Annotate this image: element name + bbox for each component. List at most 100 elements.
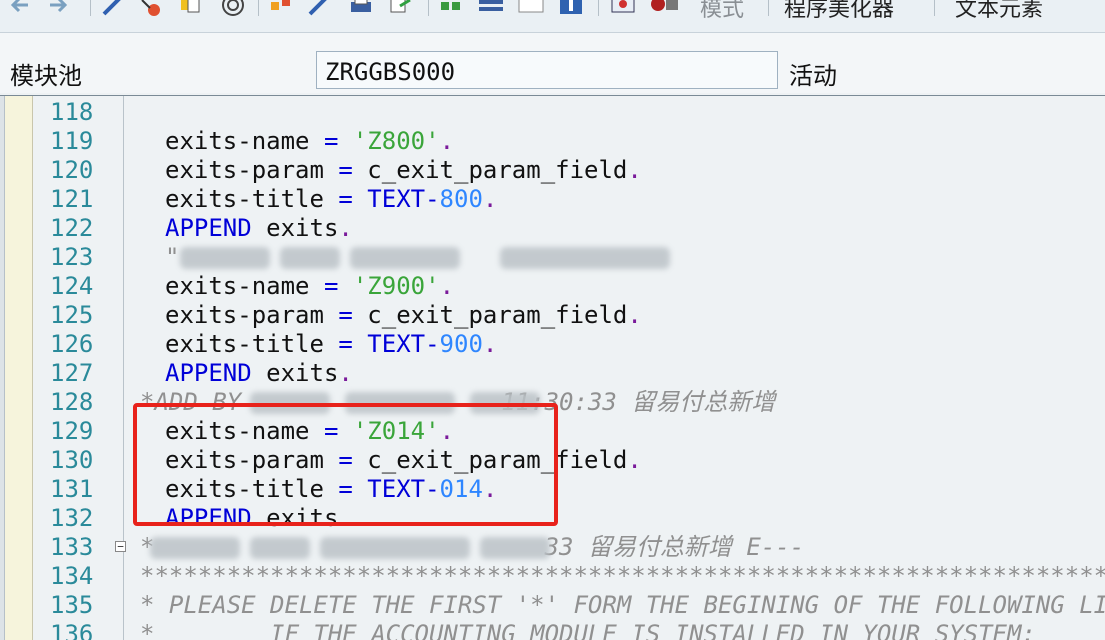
code-token: c_exit_param_field xyxy=(367,446,628,474)
code-text: exits-title = TEXT-800. xyxy=(165,185,497,214)
code-text: APPEND exits. xyxy=(165,214,353,243)
module-pool-label: 模块池 xyxy=(10,62,82,90)
toolbar-separator xyxy=(428,0,429,16)
line-number: 119 xyxy=(50,127,94,155)
code-line[interactable]: 125 exits-param = c_exit_param_field. xyxy=(0,301,1105,330)
toolbar-separator xyxy=(598,0,599,16)
pen-icon[interactable] xyxy=(100,0,126,18)
code-token: 800 xyxy=(439,185,483,213)
stack-icon[interactable] xyxy=(476,0,506,18)
code-line[interactable]: 133 * 33 留易付总新增 E--- − xyxy=(0,533,1105,562)
code-text: ****************************************… xyxy=(140,562,1105,591)
line-number: 120 xyxy=(50,156,94,184)
info-icon[interactable] xyxy=(556,0,586,18)
code-token: exits-param xyxy=(165,446,339,474)
module-pool-field[interactable]: ZRGGBS000 xyxy=(316,51,778,89)
code-token: c_exit_param_field xyxy=(367,301,628,329)
code-token: 014 xyxy=(439,475,483,503)
code-token: 900 xyxy=(439,330,483,358)
code-line[interactable]: 122 APPEND exits. xyxy=(0,214,1105,243)
code-line[interactable]: 124 exits-name = 'Z900'. xyxy=(0,272,1105,301)
code-text: exits-param = c_exit_param_field. xyxy=(165,156,642,185)
code-token: exits-name xyxy=(165,272,324,300)
code-line[interactable]: 129 exits-name = 'Z014'. xyxy=(0,417,1105,446)
code-token: " xyxy=(165,243,180,271)
code-token: = xyxy=(338,185,368,213)
code-token: ****************************************… xyxy=(140,562,1105,590)
print-icon[interactable] xyxy=(348,0,374,18)
code-line[interactable]: 131 exits-title = TEXT-014. xyxy=(0,475,1105,504)
monitor-icon[interactable] xyxy=(608,0,638,18)
redacted-text xyxy=(150,537,240,559)
code-token: APPEND xyxy=(165,359,267,387)
copy-icon[interactable] xyxy=(178,0,204,18)
hierarchy-icon[interactable] xyxy=(268,0,294,18)
code-token: = xyxy=(338,330,368,358)
code-token: 'Z014' xyxy=(352,417,440,445)
back-arrow-icon[interactable] xyxy=(6,0,32,18)
code-line[interactable]: 130 exits-param = c_exit_param_field. xyxy=(0,446,1105,475)
code-line[interactable]: 127 APPEND exits. xyxy=(0,359,1105,388)
code-line[interactable]: 135 * PLEASE DELETE THE FIRST '*' FORM TH… xyxy=(0,591,1105,620)
redacted-text xyxy=(250,537,310,559)
status-label: 活动 xyxy=(789,62,837,90)
redacted-text xyxy=(280,247,340,269)
code-line[interactable]: 126 exits-title = TEXT-900. xyxy=(0,330,1105,359)
code-text: APPEND exits. xyxy=(165,359,353,388)
code-token: = xyxy=(323,127,353,155)
text-elements-button[interactable]: 文本元素 xyxy=(955,0,1043,23)
code-text: * PLEASE DELETE THE FIRST '*' FORM THE B… xyxy=(140,591,1105,620)
code-line[interactable]: 119 exits-name = 'Z800'. xyxy=(0,127,1105,156)
line-number: 128 xyxy=(50,388,94,416)
code-token: exits-param xyxy=(165,301,339,329)
code-token: . xyxy=(439,127,455,155)
line-number: 129 xyxy=(50,417,94,445)
line-number: 126 xyxy=(50,330,94,358)
code-token: . xyxy=(338,359,353,387)
code-line[interactable]: 121 exits-title = TEXT-800. xyxy=(0,185,1105,214)
code-token: = xyxy=(338,301,368,329)
code-token: . xyxy=(627,156,642,184)
code-token: . xyxy=(439,272,455,300)
code-token: . xyxy=(627,446,642,474)
code-token: exits-title xyxy=(165,475,339,503)
code-token: . xyxy=(482,330,498,358)
code-token: exits-name xyxy=(165,127,324,155)
code-token: . xyxy=(482,475,498,503)
code-line[interactable]: 120 exits-param = c_exit_param_field. xyxy=(0,156,1105,185)
toolbar-separator xyxy=(934,0,935,16)
forward-arrow-icon[interactable] xyxy=(46,0,72,18)
edit-icon[interactable] xyxy=(306,0,332,18)
code-editor[interactable]: 118 119 exits-name = 'Z800'. 120 exits-param… xyxy=(0,95,1105,640)
pretty-printer-button[interactable]: 程序美化器 xyxy=(784,0,894,23)
line-number: 133 xyxy=(50,533,94,561)
pattern-button[interactable]: 模式 xyxy=(700,0,744,23)
code-token: = xyxy=(338,475,368,503)
line-number: 124 xyxy=(50,272,94,300)
code-line[interactable]: 132 APPEND exits. xyxy=(0,504,1105,533)
export-icon[interactable] xyxy=(388,0,414,18)
code-token: TEXT- xyxy=(367,475,440,503)
redacted-text xyxy=(480,537,550,559)
code-token: *ADD BY xyxy=(140,388,256,416)
code-token: 'Z900' xyxy=(352,272,440,300)
line-number: 123 xyxy=(50,243,94,271)
code-token: exits-name xyxy=(165,417,324,445)
code-token: exits-title xyxy=(165,330,339,358)
code-token: exits xyxy=(266,504,339,532)
code-line[interactable]: 134 *************************************… xyxy=(0,562,1105,591)
code-line[interactable]: 128 *ADD BY 11:30:33 留易付总新增 xyxy=(0,388,1105,417)
code-token: . xyxy=(338,504,353,532)
target-icon[interactable] xyxy=(220,0,246,18)
collapse-icon[interactable]: − xyxy=(115,541,126,552)
code-line[interactable]: 118 xyxy=(0,98,1105,127)
application-toolbar: 模式 程序美化器 文本元素 xyxy=(0,0,1105,33)
document-icon[interactable] xyxy=(516,0,546,18)
settings-icon[interactable] xyxy=(648,0,682,18)
code-token: exits-param xyxy=(165,156,339,184)
code-line[interactable]: 136 * IF THE ACCOUNTING MODULE IS INSTALL… xyxy=(0,620,1105,640)
component-icon[interactable] xyxy=(138,0,164,18)
code-token: = xyxy=(338,446,368,474)
tree-icon[interactable] xyxy=(438,0,464,18)
code-line[interactable]: 123 " xyxy=(0,243,1105,272)
